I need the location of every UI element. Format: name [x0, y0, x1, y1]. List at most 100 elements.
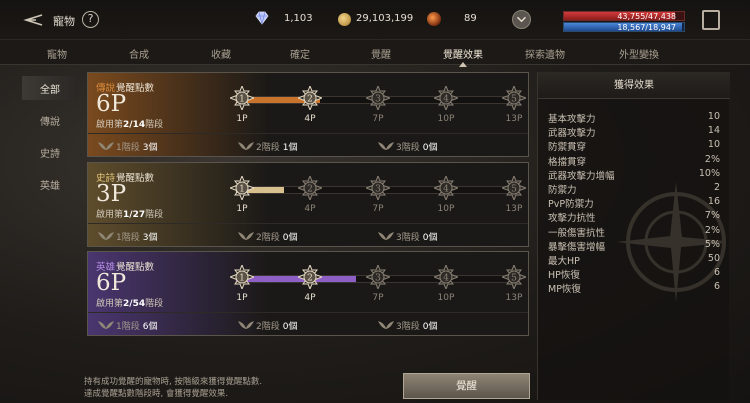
- effect-stat-value: 10: [707, 111, 720, 122]
- stage-count-value: 0個: [422, 233, 438, 243]
- node-label: 4P: [304, 114, 316, 124]
- stage-node-icon: 3: [366, 176, 390, 200]
- diamond-count: 1,103: [284, 13, 313, 24]
- tab-awaken-effect[interactable]: 覺醒效果: [443, 46, 483, 61]
- effect-stat-value: 2: [713, 182, 720, 193]
- card-footer: 1階段 3個 2階段 1個 3階段 0個: [88, 133, 528, 157]
- filter-legend[interactable]: 傳說: [22, 108, 78, 132]
- wings-icon: [238, 232, 254, 240]
- stage-count-value: 1個: [282, 143, 298, 153]
- fire-orb-icon: [427, 12, 441, 26]
- stage-node-icon: 4: [434, 176, 458, 200]
- effect-stat-value: 50: [707, 253, 720, 264]
- node-label: 4P: [304, 204, 316, 214]
- awaken-point-card: 傳說覺醒點數 6P 啟用第2/14階段 1 1P 2 4P 3 7P 4 10P 5…: [87, 72, 529, 157]
- stage-node-icon: 3: [366, 86, 390, 110]
- node-number: 2: [307, 274, 313, 284]
- stage-value: 2/54: [123, 299, 146, 309]
- node-label: 1P: [236, 293, 248, 303]
- top-bar: 寵物 ? 1,103 29,103,199 89 43,755/47,438 1…: [0, 0, 750, 40]
- tab-appearance[interactable]: 外型變換: [619, 46, 659, 61]
- stage-count: 1階段 3個: [98, 230, 157, 243]
- stage-count: 1階段 6個: [98, 319, 157, 332]
- stage-node-icon: 2: [298, 176, 322, 200]
- stage-count: 2階段 1個: [238, 140, 297, 153]
- stage-count-label: 2階段: [256, 322, 280, 332]
- hp-mp-bars: 43,755/47,438 18,567/18,947: [563, 11, 685, 33]
- node-label: 10P: [437, 293, 455, 303]
- node-label: 7P: [372, 293, 384, 303]
- effect-stat-name: 格擋貫穿: [548, 156, 587, 168]
- expand-dropdown-button[interactable]: [512, 10, 531, 29]
- node-label: 4P: [304, 293, 316, 303]
- stage-text: 啟用第1/27階段: [96, 207, 163, 220]
- info-note-2: 達成覺醒點數階段時, 會獲得覺醒效果.: [84, 389, 229, 399]
- stage-count-value: 0個: [282, 233, 298, 243]
- stage-value: 2/14: [123, 120, 146, 130]
- effect-stat-value: 10: [707, 139, 720, 151]
- node-label: 13P: [505, 293, 523, 303]
- effect-stat-row: 最大HP 50: [548, 253, 720, 267]
- node-number: 5: [511, 185, 517, 195]
- active-tab-marker: [459, 62, 467, 67]
- filter-all[interactable]: 全部: [22, 76, 78, 100]
- effect-stat-name: 暴擊傷害增幅: [548, 241, 606, 253]
- node-number: 3: [375, 95, 381, 105]
- effect-stat-name: 武器攻擊力增幅: [548, 170, 615, 182]
- info-note-1: 持有成功覺醒的寵物時, 按階級來獲得覺醒點數.: [84, 377, 263, 387]
- filter-hero[interactable]: 英雄: [22, 172, 78, 196]
- back-arrow-icon[interactable]: [22, 12, 44, 28]
- diamond-icon: [255, 11, 269, 25]
- effect-stat-name: 最大HP: [548, 256, 580, 267]
- effect-stat-row: 防禦力 2: [548, 182, 720, 196]
- stage-count: 2階段 0個: [238, 230, 297, 243]
- help-button[interactable]: ?: [82, 11, 99, 28]
- effect-stat-row: 一般傷害抗性 2%: [548, 225, 720, 239]
- effect-stat-name: 攻擊力抗性: [548, 213, 596, 225]
- node-number: 3: [375, 274, 381, 284]
- progress-fill: [236, 276, 357, 282]
- node-number: 4: [443, 95, 449, 105]
- effect-stat-name: 防禦貫穿: [548, 142, 587, 154]
- tab-confirm[interactable]: 確定: [290, 46, 310, 61]
- effect-stat-name: HP恢復: [548, 270, 580, 282]
- node-label: 10P: [437, 114, 455, 124]
- node-number: 1: [239, 185, 245, 195]
- tab-collection[interactable]: 收藏: [211, 46, 231, 61]
- effect-stat-row: 格擋貫穿 2%: [548, 154, 720, 168]
- tab-awaken[interactable]: 覺醒: [371, 46, 391, 61]
- node-label: 1P: [236, 204, 248, 214]
- effects-title: 獲得效果: [538, 72, 730, 99]
- effect-stat-row: PvP防禦力 16: [548, 196, 720, 210]
- effect-stat-name: 防禦力: [548, 185, 577, 196]
- tab-synthesis[interactable]: 合成: [129, 46, 149, 61]
- mp-text: 18,567/18,947: [617, 23, 676, 32]
- stage-node-icon: 1: [230, 176, 254, 200]
- stage-count-label: 2階段: [256, 233, 280, 243]
- wings-icon: [238, 321, 254, 329]
- stage-count: 2階段 0個: [238, 319, 297, 332]
- tab-pet[interactable]: 寵物: [47, 46, 67, 61]
- filter-epic[interactable]: 史詩: [22, 140, 78, 164]
- effect-stat-row: HP恢復 6: [548, 267, 720, 281]
- wings-icon: [378, 232, 394, 240]
- orb-count: 89: [464, 13, 477, 24]
- point-value: 3P: [96, 181, 127, 207]
- tab-explore-relics[interactable]: 探索遺物: [525, 46, 565, 61]
- wings-icon: [98, 232, 114, 240]
- stage-node-icon: 5: [502, 176, 526, 200]
- effect-stat-value: 7%: [704, 210, 720, 222]
- stage-prefix: 啟用第: [96, 299, 124, 309]
- exit-door-icon[interactable]: [702, 10, 720, 30]
- effect-stat-value: 16: [707, 196, 720, 208]
- wings-icon: [238, 142, 254, 150]
- stage-node-icon: 4: [434, 265, 458, 289]
- stage-text: 啟用第2/14階段: [96, 117, 163, 130]
- node-number: 2: [307, 95, 313, 105]
- hp-bar: 43,755/47,438: [563, 11, 685, 21]
- point-value: 6P: [96, 270, 127, 296]
- awaken-button[interactable]: 覺醒: [403, 373, 530, 399]
- stage-count-value: 6個: [142, 322, 158, 332]
- node-number: 3: [375, 185, 381, 195]
- stage-count: 3階段 0個: [378, 319, 437, 332]
